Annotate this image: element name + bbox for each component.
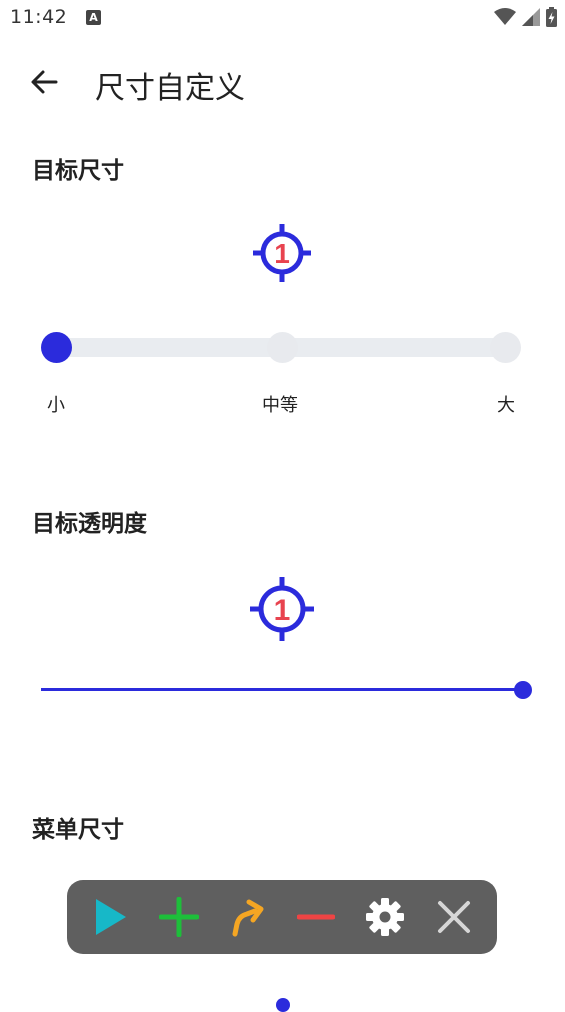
target-size-heading: 目标尺寸	[32, 158, 124, 184]
battery-charging-icon	[546, 7, 557, 27]
close-icon	[438, 901, 471, 933]
signal-icon	[522, 8, 540, 26]
wifi-icon	[494, 8, 516, 25]
page-title: 尺寸自定义	[95, 71, 245, 106]
floating-menu-preview	[67, 880, 497, 954]
play-button[interactable]	[84, 891, 136, 943]
status-icons	[494, 7, 557, 27]
size-label-small: 小	[47, 395, 65, 416]
redirect-button[interactable]	[222, 891, 274, 943]
target-size-preview-icon: 1	[253, 224, 311, 282]
opacity-slider-track[interactable]	[41, 688, 523, 691]
target-size-number: 1	[274, 238, 290, 269]
add-button[interactable]	[153, 891, 205, 943]
status-time: 11:42	[10, 6, 68, 28]
size-stop-small[interactable]	[41, 332, 72, 363]
target-opacity-preview-icon: 1	[250, 577, 314, 641]
remove-button[interactable]	[290, 891, 342, 943]
size-stop-medium[interactable]	[267, 332, 298, 363]
target-opacity-number: 1	[274, 594, 291, 627]
plus-icon	[158, 897, 199, 937]
size-label-large: 大	[497, 395, 515, 416]
menu-size-heading: 菜单尺寸	[32, 817, 124, 843]
notification-badge: A	[86, 10, 101, 25]
size-label-medium: 中等	[262, 395, 298, 416]
target-opacity-heading: 目标透明度	[32, 511, 147, 537]
size-stop-large[interactable]	[490, 332, 521, 363]
menu-size-slider-thumb[interactable]	[276, 998, 290, 1012]
settings-button[interactable]	[359, 891, 411, 943]
redirect-arrow-icon	[232, 899, 264, 937]
arrow-left-icon	[31, 70, 58, 94]
back-button[interactable]	[24, 62, 64, 102]
gear-icon	[366, 898, 405, 936]
opacity-slider-thumb[interactable]	[514, 681, 532, 699]
play-icon	[95, 899, 126, 935]
close-button[interactable]	[428, 891, 480, 943]
minus-icon	[297, 914, 336, 920]
